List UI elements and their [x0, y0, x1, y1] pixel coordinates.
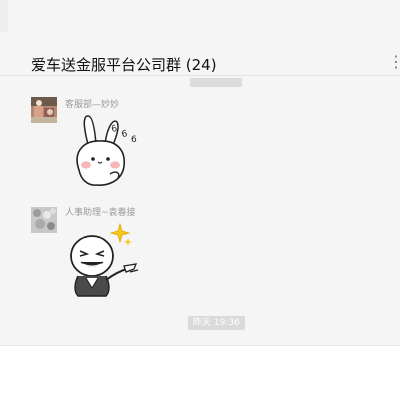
group-title: 爱车送金服平台公司群 (24) [31, 56, 217, 74]
time-divider: 昨天 19:36 [188, 316, 245, 330]
svg-text:6: 6 [131, 135, 137, 145]
pointing-meme-sticker[interactable] [64, 220, 146, 300]
avatar[interactable] [31, 207, 57, 233]
bunny-blushing-sticker[interactable]: 6 6 6 [64, 110, 146, 190]
window-bottom-edge [0, 345, 400, 346]
avatar-photo-icon [31, 207, 57, 233]
header-divider [0, 75, 400, 76]
chat-window: 爱车送金服平台公司群 (24) ⋮ 客服部—妙妙 6 6 6 人事助理~袁春接 … [0, 0, 400, 345]
sender-name: 客服部—妙妙 [65, 100, 120, 110]
avatar[interactable] [31, 97, 57, 123]
svg-text:6: 6 [121, 129, 128, 140]
more-icon[interactable]: ⋮ [388, 52, 400, 72]
window-corner [0, 0, 8, 32]
sender-name: 人事助理~袁春接 [65, 208, 136, 218]
avatar-photo-icon [31, 97, 57, 123]
chat-header: 爱车送金服平台公司群 (24) ⋮ [0, 48, 400, 78]
partially-hidden-timestamp [190, 78, 242, 87]
